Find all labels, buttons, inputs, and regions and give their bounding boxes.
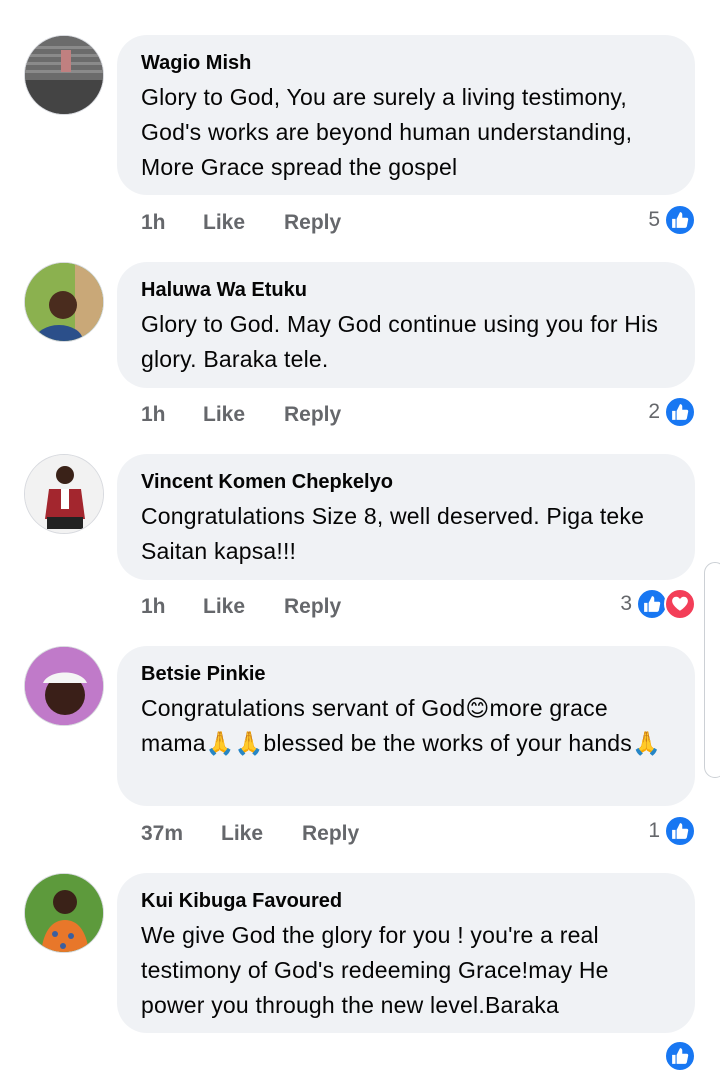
- comment-time[interactable]: 1h: [141, 403, 166, 427]
- comment-author[interactable]: Kui Kibuga Favoured: [141, 889, 671, 913]
- reaction-summary[interactable]: 5: [648, 204, 696, 236]
- comment-bubble[interactable]: Vincent Komen Chepkelyo Congratulations …: [117, 454, 695, 580]
- reply-button[interactable]: Reply: [302, 822, 359, 846]
- avatar-image: [25, 263, 103, 341]
- avatar-image: [25, 36, 103, 114]
- avatar[interactable]: [24, 454, 104, 534]
- reply-button[interactable]: Reply: [284, 403, 341, 427]
- reaction-summary[interactable]: [664, 1040, 696, 1072]
- reaction-summary[interactable]: 2: [648, 396, 696, 428]
- comment-author[interactable]: Vincent Komen Chepkelyo: [141, 470, 671, 494]
- like-icon: [664, 1040, 696, 1072]
- comment-text: Congratulations servant of God😊more grac…: [141, 695, 661, 756]
- reaction-summary[interactable]: 1: [648, 815, 696, 847]
- like-icon: [664, 815, 696, 847]
- like-icon: [664, 396, 696, 428]
- side-panel-handle[interactable]: [704, 562, 720, 778]
- comment-time[interactable]: 1h: [141, 211, 166, 235]
- comment-text: Congratulations Size 8, well deserved. P…: [141, 503, 645, 564]
- reply-button[interactable]: Reply: [284, 211, 341, 235]
- comment-time[interactable]: 1h: [141, 595, 166, 619]
- comment-text: Glory to God. May God continue using you…: [141, 311, 659, 372]
- avatar-image: [25, 647, 103, 725]
- like-button[interactable]: Like: [203, 211, 245, 235]
- comment-time[interactable]: 37m: [141, 822, 183, 846]
- avatar[interactable]: [24, 35, 104, 115]
- reaction-count: 2: [648, 400, 660, 423]
- heart-icon: [664, 588, 696, 620]
- avatar[interactable]: [24, 873, 104, 953]
- comment-author[interactable]: Haluwa Wa Etuku: [141, 278, 671, 302]
- comment-bubble[interactable]: Wagio Mish Glory to God, You are surely …: [117, 35, 695, 195]
- reaction-count: 1: [648, 819, 660, 842]
- comment-author[interactable]: Betsie Pinkie: [141, 662, 671, 686]
- comment-bubble[interactable]: Haluwa Wa Etuku Glory to God. May God co…: [117, 262, 695, 388]
- avatar[interactable]: [24, 646, 104, 726]
- avatar-image: [25, 455, 103, 533]
- comment-bubble[interactable]: Betsie Pinkie Congratulations servant of…: [117, 646, 695, 806]
- comment-text: We give God the glory for you ! you're a…: [141, 922, 609, 1018]
- like-button[interactable]: Like: [203, 403, 245, 427]
- comment-author[interactable]: Wagio Mish: [141, 51, 671, 75]
- comment-text: Glory to God, You are surely a living te…: [141, 84, 633, 180]
- like-icon: [664, 204, 696, 236]
- like-button[interactable]: Like: [221, 822, 263, 846]
- avatar-image: [25, 874, 103, 952]
- reaction-count: 3: [620, 592, 632, 615]
- avatar[interactable]: [24, 262, 104, 342]
- like-button[interactable]: Like: [203, 595, 245, 619]
- reaction-count: 5: [648, 208, 660, 231]
- reaction-summary[interactable]: 3: [620, 588, 696, 620]
- reply-button[interactable]: Reply: [284, 595, 341, 619]
- comment-bubble[interactable]: Kui Kibuga Favoured We give God the glor…: [117, 873, 695, 1033]
